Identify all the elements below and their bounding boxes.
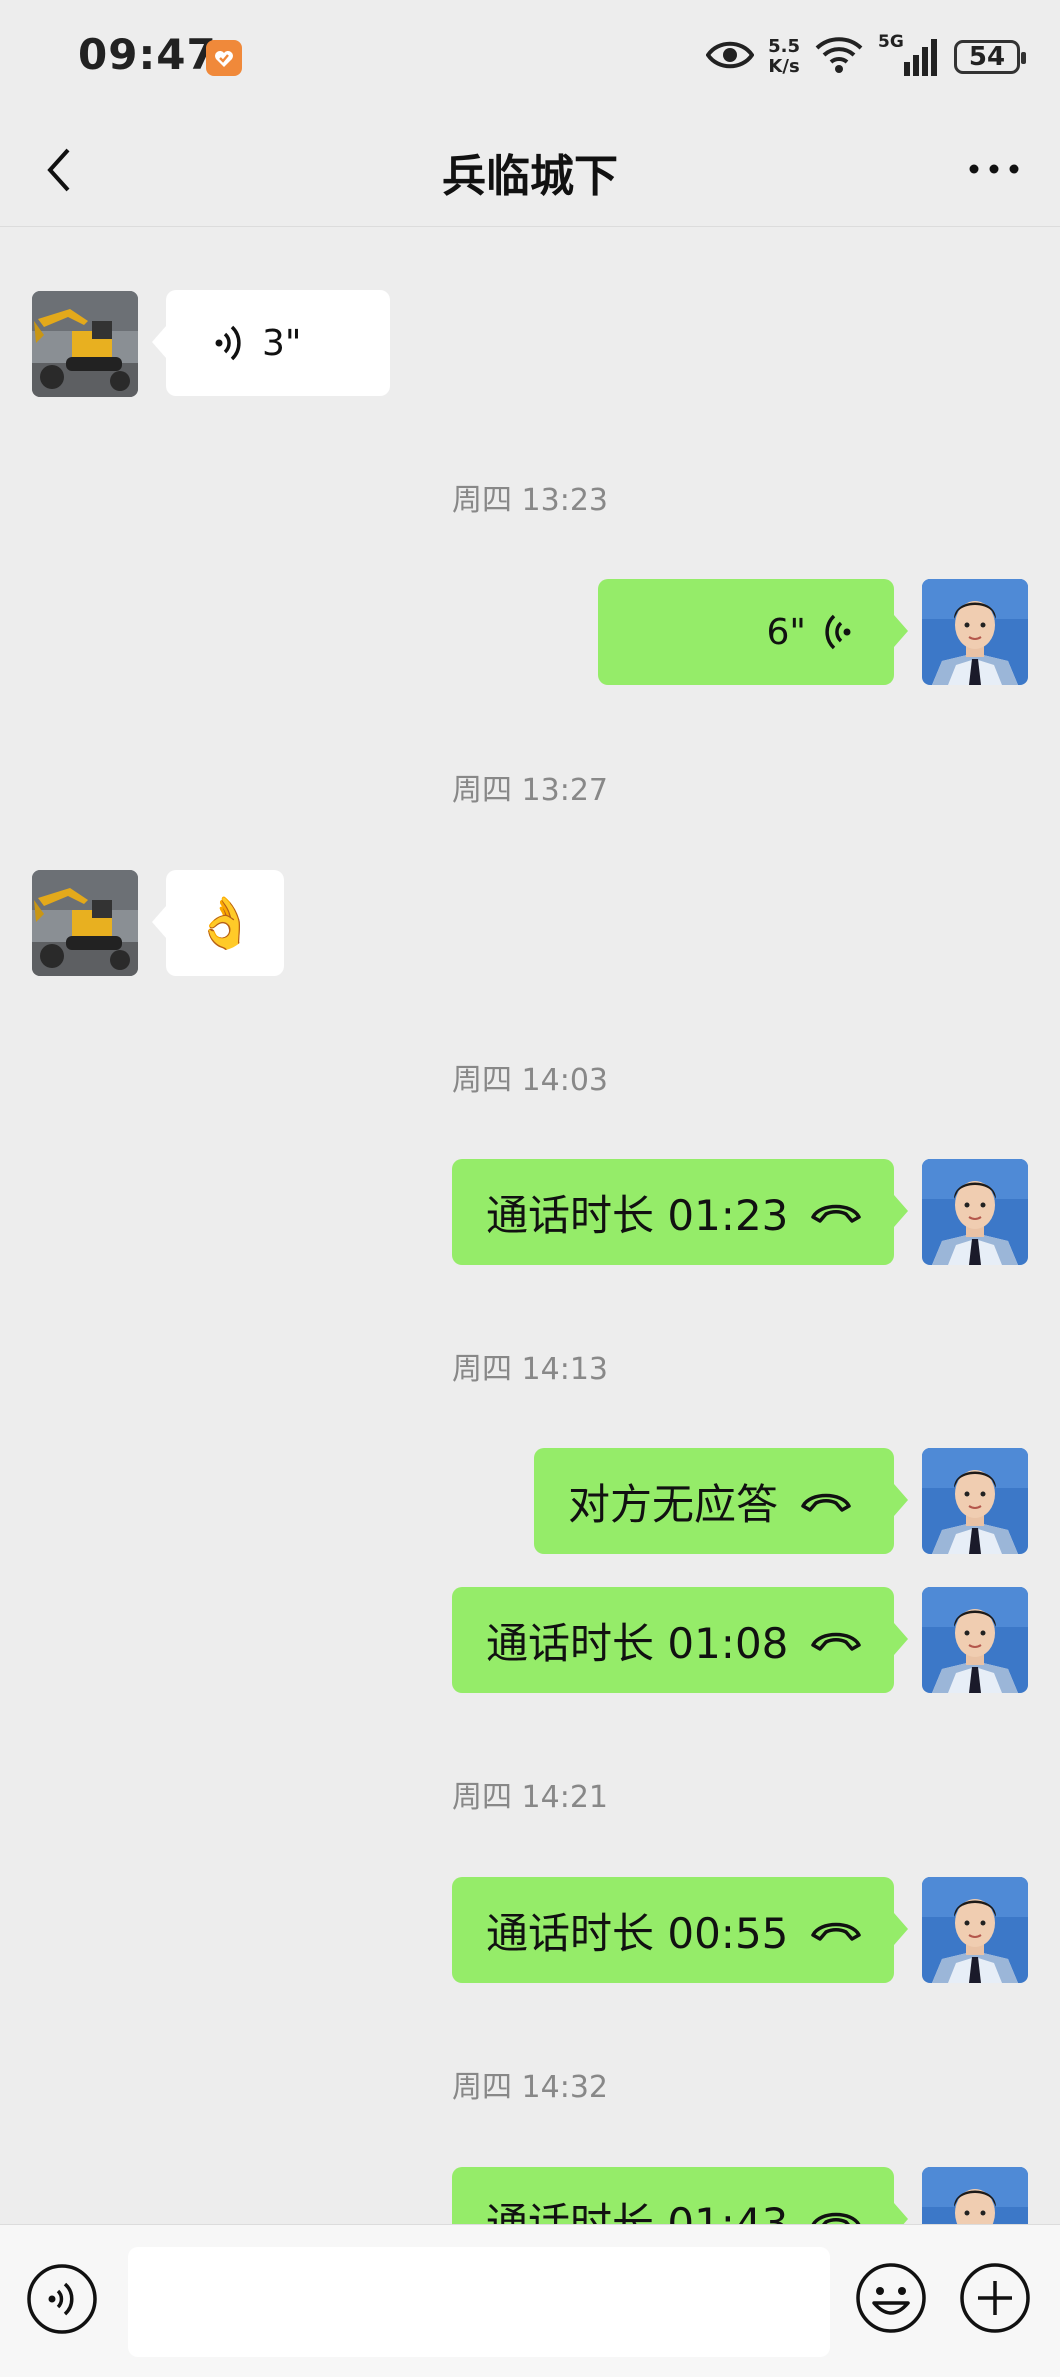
- voice-mode-icon: [27, 2264, 97, 2334]
- message-input[interactable]: [128, 2247, 830, 2357]
- my-avatar[interactable]: [922, 2167, 1028, 2224]
- call-record-text: 通话时长 01:23: [486, 1190, 789, 1240]
- my-avatar[interactable]: [922, 1159, 1028, 1265]
- plus-circle-icon: [960, 2263, 1030, 2333]
- my-avatar[interactable]: [922, 1587, 1028, 1693]
- contact-avatar[interactable]: [32, 870, 138, 976]
- wifi-icon: [814, 36, 864, 78]
- ok-hand-emoji: 👌: [193, 893, 257, 952]
- phone-hangup-icon: [811, 1204, 862, 1223]
- status-bar: 09:47 5.5 K/s 5G 54: [0, 0, 1060, 110]
- timestamp: 周四 14:21: [452, 1780, 608, 1815]
- voice-mode-button[interactable]: [26, 2263, 98, 2335]
- status-icons: 5.5 K/s 5G 54: [705, 32, 1026, 82]
- chat-header: 兵临城下: [0, 110, 1060, 227]
- timestamp: 周四 14:32: [452, 2070, 608, 2105]
- my-avatar[interactable]: [922, 579, 1028, 685]
- emoji-message-bubble[interactable]: 👌: [152, 870, 284, 976]
- chat-message-list[interactable]: 3" 周四 13:23 6" 周四 13:27 👌 周四 14:03 通话时长 …: [0, 227, 1060, 2224]
- timestamp: 周四 13:23: [452, 483, 608, 518]
- voice-message-bubble[interactable]: 6": [598, 579, 908, 685]
- phone-hangup-icon: [811, 2212, 861, 2224]
- more-button[interactable]: [964, 144, 1024, 194]
- phone-hangup-icon: [811, 1632, 862, 1651]
- cell-signal-icon: 5G: [878, 32, 940, 76]
- call-record-text: 通话时长 01:43: [486, 2198, 789, 2225]
- timestamp: 周四 13:27: [452, 773, 608, 808]
- call-record-bubble[interactable]: 对方无应答: [534, 1448, 908, 1554]
- voice-message-bubble[interactable]: 3": [152, 290, 390, 396]
- phone-hangup-icon: [811, 1922, 862, 1941]
- call-record-text: 通话时长 00:55: [486, 1908, 789, 1958]
- call-record-bubble[interactable]: 通话时长 01:08: [452, 1587, 908, 1693]
- voice-duration: 3": [262, 322, 302, 364]
- voice-wave-icon: [215, 325, 241, 361]
- more-functions-button[interactable]: [958, 2261, 1032, 2335]
- chat-input-bar: [0, 2224, 1060, 2377]
- voice-duration: 6": [766, 611, 806, 653]
- call-record-bubble[interactable]: 通话时长 00:55: [452, 1877, 908, 1983]
- net-speed-value: 5.5: [768, 36, 800, 57]
- call-record-text: 对方无应答: [568, 1479, 779, 1529]
- my-avatar[interactable]: [922, 1448, 1028, 1554]
- status-time: 09:47: [78, 30, 217, 79]
- app-notification-icon: [206, 40, 242, 76]
- battery-level: 54: [968, 42, 1006, 72]
- voice-wave-icon: [825, 614, 851, 650]
- emoji-button[interactable]: [854, 2261, 928, 2335]
- my-avatar[interactable]: [922, 1877, 1028, 1983]
- emoji-smile-icon: [856, 2263, 926, 2333]
- phone-hangup-icon: [801, 1493, 851, 1512]
- contact-avatar[interactable]: [32, 291, 138, 397]
- call-record-bubble[interactable]: 通话时长 01:43: [452, 2167, 908, 2225]
- chat-title: 兵临城下: [442, 151, 618, 202]
- call-record-bubble[interactable]: 通话时长 01:23: [452, 1159, 908, 1265]
- timestamp: 周四 14:03: [452, 1063, 608, 1098]
- timestamp: 周四 14:13: [452, 1352, 608, 1387]
- battery-indicator: 54: [954, 40, 1026, 74]
- net-speed-unit: K/s: [768, 56, 800, 77]
- eye-icon: [705, 40, 755, 74]
- more-dots-icon: [969, 164, 1019, 174]
- call-record-text: 通话时长 01:08: [486, 1618, 789, 1668]
- net-speed: 5.5 K/s: [768, 37, 800, 77]
- network-type: 5G: [878, 32, 904, 52]
